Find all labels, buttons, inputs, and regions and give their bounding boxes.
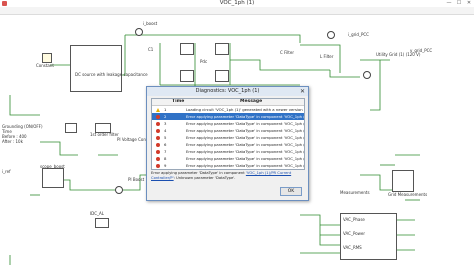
- row-message: Error applying parameter 'DataType' in c…: [186, 163, 304, 168]
- warning-icon: [156, 107, 160, 112]
- grid-current-meter[interactable]: [327, 31, 335, 39]
- row-message: Error applying parameter 'DataType' in c…: [186, 128, 304, 133]
- row-message: Error applying parameter 'DataType' in c…: [186, 149, 304, 154]
- pdc-label: Pdc: [200, 59, 208, 64]
- table-header: Time Message: [152, 99, 304, 106]
- switch-3[interactable]: [180, 70, 194, 82]
- constant-block[interactable]: [42, 53, 52, 63]
- diagnostic-row[interactable]: 3 Error applying parameter 'DataType' in …: [152, 120, 304, 127]
- window-title: VOC_1ph (1): [219, 0, 255, 6]
- menu-bar: File Edit View Simulation Control Window…: [0, 7, 474, 24]
- v-grid-pcc-label: v_grid_PCC: [410, 48, 433, 53]
- diagnostic-row[interactable]: 2 Error applying parameter 'DataType' in …: [152, 113, 304, 120]
- scope-block[interactable]: [42, 168, 64, 188]
- switch-4[interactable]: [215, 70, 229, 82]
- diagnostic-row[interactable]: 8 Error applying parameter 'DataType' in …: [152, 155, 304, 162]
- error-icon: [156, 128, 160, 133]
- scope-label: scope_boost: [40, 164, 65, 169]
- pi-boost-label: PI Boost: [128, 177, 145, 182]
- error-icon: [156, 163, 160, 168]
- diagnostics-table[interactable]: Time Message 1 Loading circuit 'VOC_1ph (…: [151, 98, 305, 170]
- column-time[interactable]: Time: [172, 99, 184, 105]
- diagnostic-row[interactable]: 4 Error applying parameter 'DataType' in …: [152, 127, 304, 134]
- gain-block[interactable]: [65, 123, 77, 133]
- minimize-button[interactable]: —: [444, 0, 454, 7]
- i-grid-pcc-label: i_grid_PCC: [348, 32, 369, 37]
- dialog-close-button[interactable]: ✕: [299, 88, 306, 95]
- i-boost-meter[interactable]: [135, 28, 143, 36]
- row-message: Error applying parameter 'DataType' in c…: [186, 114, 304, 119]
- row-number: 9: [164, 163, 167, 168]
- l-filter-label: L Filter: [320, 54, 334, 59]
- row-number: 2: [164, 114, 167, 119]
- dc-source-block[interactable]: [70, 45, 122, 92]
- error-icon: [156, 135, 160, 140]
- row-number: 5: [164, 135, 167, 140]
- diagnostic-row[interactable]: 1 Loading circuit 'VOC_1ph (1)' generated…: [152, 106, 304, 113]
- diagnostic-row[interactable]: 9 Error applying parameter 'DataType' in …: [152, 162, 304, 169]
- c1-label: C1: [148, 47, 154, 52]
- row-number: 3: [164, 121, 167, 126]
- after-label: After : 10k: [2, 139, 23, 144]
- row-message: Error applying parameter 'DataType' in c…: [186, 142, 304, 147]
- utility-grid-label: Utility Grid (1) (120 V): [376, 52, 421, 57]
- detail-prefix: Error applying parameter 'DataType' in c…: [151, 171, 246, 175]
- row-message: Error applying parameter 'DataType' in c…: [186, 121, 304, 126]
- row-number: 8: [164, 156, 167, 161]
- i-ref-label: i_ref: [2, 169, 11, 174]
- sum-junction[interactable]: [115, 186, 123, 194]
- diagnostic-row[interactable]: 5 Error applying parameter 'DataType' in …: [152, 134, 304, 141]
- error-icon: [156, 121, 160, 126]
- switch-2[interactable]: [215, 43, 229, 55]
- ok-button[interactable]: OK: [280, 187, 302, 196]
- row-message: Error applying parameter 'DataType' in c…: [186, 135, 304, 140]
- detail-suffix: : Unknown parameter 'DataType'.: [173, 176, 236, 180]
- vac-rms-label: VAC_RMS: [343, 245, 362, 250]
- idc-block[interactable]: [95, 218, 109, 228]
- row-number: 4: [164, 128, 167, 133]
- dialog-title: Diagnostics: VOC_1ph (1): [147, 87, 308, 96]
- row-message: Loading circuit 'VOC_1ph (1)' generated …: [186, 107, 304, 112]
- first-order-filter-label: 1st order filter: [90, 132, 119, 137]
- row-number: 6: [164, 142, 167, 147]
- error-icon: [156, 142, 160, 147]
- switch-1[interactable]: [180, 43, 194, 55]
- row-number: 7: [164, 149, 167, 154]
- idc-label: IDC_AL: [90, 211, 105, 216]
- row-message: Error applying parameter 'DataType' in c…: [186, 156, 304, 161]
- c-filter-label: C Filter: [280, 50, 294, 55]
- close-window-button[interactable]: ✕: [464, 0, 474, 7]
- vac-power-label: VAC_Power: [343, 231, 366, 236]
- row-number: 1: [164, 107, 167, 112]
- dc-source-label: DC source with leakage capacitance: [75, 72, 148, 77]
- error-icon: [156, 114, 160, 119]
- measurements-label: Measurements: [340, 190, 370, 195]
- detail-text: Error applying parameter 'DataType' in c…: [151, 171, 301, 189]
- maximize-button[interactable]: ☐: [454, 0, 464, 7]
- constant-label: Constant: [36, 63, 54, 68]
- i-boost-label: i_boost: [143, 21, 158, 26]
- grid-measurements-block[interactable]: [392, 170, 414, 192]
- grid-measurements-label: Grid Measurements: [388, 192, 428, 197]
- vac-phase-label: VAC_Phase: [343, 217, 365, 222]
- column-message[interactable]: Message: [240, 99, 262, 105]
- diagnostic-row[interactable]: 6 Error applying parameter 'DataType' in …: [152, 141, 304, 148]
- diagnostics-dialog: Diagnostics: VOC_1ph (1) ✕ Time Message …: [146, 86, 309, 201]
- utility-grid-source[interactable]: [363, 71, 371, 79]
- error-icon: [156, 156, 160, 161]
- diagnostic-row[interactable]: 7 Error applying parameter 'DataType' in …: [152, 148, 304, 155]
- error-icon: [156, 149, 160, 154]
